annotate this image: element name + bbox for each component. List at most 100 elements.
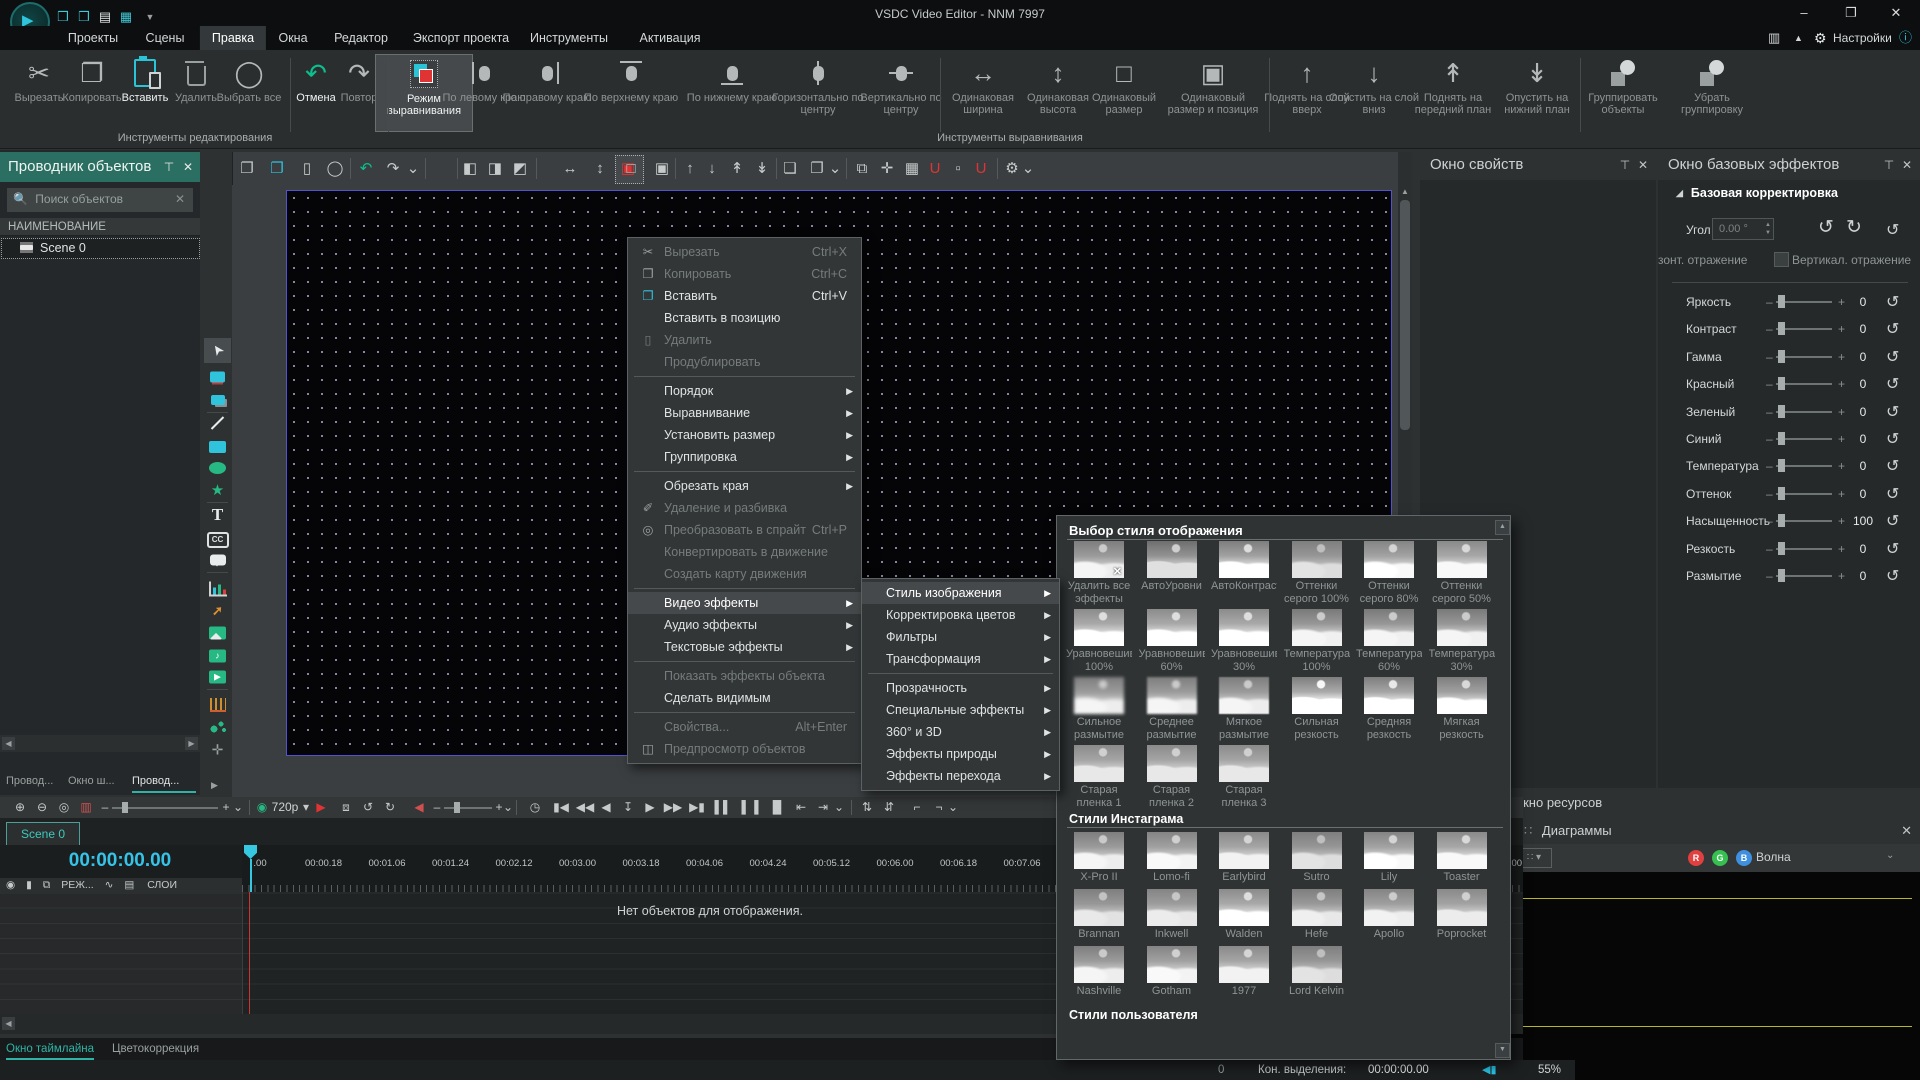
dropdown-icon[interactable]: ⌄ (1022, 152, 1035, 185)
ribbon-button-Поднять на передний план[interactable]: ↟Поднять на передний план (1405, 54, 1501, 130)
layer-down-icon[interactable]: ↓ (708, 152, 716, 185)
instagram-style-Hefe[interactable]: Hefe (1284, 889, 1350, 943)
audio-tool[interactable]: ♪ (203, 650, 232, 663)
prev-frame-icon[interactable]: ◀◀ (576, 797, 594, 818)
style-Оттенки серого 100%[interactable]: Оттенки серого 100% (1284, 541, 1350, 607)
context-menu-item-Свойства...[interactable]: Свойства...Alt+Enter (628, 716, 861, 738)
ribbon-button-Опустить на нижний план[interactable]: ↡Опустить на нижний план (1489, 54, 1585, 130)
back-icon[interactable]: ↡ (756, 152, 769, 185)
scroll-up-icon[interactable]: ▲ (1398, 184, 1412, 199)
slider-minus-icon[interactable]: – (1766, 350, 1773, 364)
scene-tab[interactable]: Scene 0 (6, 822, 80, 846)
project-save-icon[interactable]: ❒ (76, 9, 92, 25)
same-width-icon[interactable]: ↔ (563, 152, 578, 185)
style-Старая пленка 2[interactable]: Старая пленка 2 (1139, 745, 1205, 811)
snap-u2-icon[interactable]: U (976, 152, 987, 185)
same-pos-icon[interactable]: ▣ (655, 152, 669, 185)
playhead-marker[interactable] (244, 845, 257, 859)
plus-icon[interactable]: + (222, 797, 229, 818)
timeline-tab-Цветокоррекция[interactable]: Цветокоррекция (112, 1040, 199, 1058)
subtitles-tool[interactable]: CC (203, 532, 232, 548)
slider-plus-icon[interactable]: + (1838, 405, 1845, 419)
delete-icon[interactable]: ▯ (303, 152, 311, 185)
quickbar-more-icon[interactable]: ▼ (142, 9, 158, 25)
context-menu-item-Обрезать края[interactable]: Обрезать края▶ (628, 475, 861, 497)
project-open-icon[interactable]: ❒ (55, 9, 71, 25)
close-icon[interactable]: ✕ (179, 152, 197, 182)
sort-down-icon[interactable]: ⇵ (884, 797, 894, 818)
ribbon-button-По нижнему краю[interactable]: По нижнему краю (684, 54, 780, 130)
text-tool[interactable]: T (203, 505, 232, 525)
menu-Инструменты[interactable]: Инструменты (518, 26, 620, 50)
submenu-item-360° и 3D[interactable]: 360° и 3D▶ (862, 721, 1059, 743)
style-Среднее размытие[interactable]: Среднее размытие (1139, 677, 1205, 743)
slider-thumb[interactable] (1778, 322, 1785, 335)
context-menu-item-Установить размер[interactable]: Установить размер▶ (628, 424, 861, 446)
slider-thumb[interactable] (1778, 432, 1785, 445)
resolution-label[interactable]: 720p (272, 797, 299, 818)
layer-up-icon[interactable]: ↑ (686, 152, 694, 185)
context-menu-item-Преобразовать в спрайт[interactable]: ◎Преобразовать в спрайтCtrl+P (628, 519, 861, 541)
reset-icon[interactable]: ↺ (1886, 319, 1899, 339)
volume-slider-thumb[interactable] (454, 802, 460, 813)
reset-icon[interactable]: ↺ (1886, 292, 1899, 312)
style-Сильное размытие[interactable]: Сильное размытие (1066, 677, 1132, 743)
slider-plus-icon[interactable]: + (1838, 432, 1845, 446)
ribbon-button-Одинаковый размер и позиция[interactable]: ▣Одинаковый размер и позиция (1165, 54, 1261, 130)
select-all-icon[interactable]: ◯ (327, 152, 344, 185)
layout-icon[interactable]: ▥ (1768, 26, 1780, 50)
submenu-item-Трансформация[interactable]: Трансформация▶ (862, 648, 1059, 670)
audio-spectrum-tool[interactable] (203, 698, 232, 712)
instagram-style-Earlybird[interactable]: Earlybird (1211, 832, 1277, 886)
close-button[interactable]: ✕ (1881, 4, 1911, 22)
dock-right-icon[interactable]: ¬ (935, 797, 942, 818)
dropdown-icon[interactable]: ⌄ (407, 152, 420, 185)
next-frame-icon[interactable]: ▶▶ (664, 797, 682, 818)
slider-thumb[interactable] (1778, 459, 1785, 472)
waveform-icon[interactable]: ∿ (105, 879, 114, 891)
context-menu-item-Конвертировать в движение[interactable]: Конвертировать в движение (628, 541, 861, 563)
export-video-icon[interactable]: ▦ (118, 9, 134, 25)
dropdown-icon[interactable]: ⌄ (829, 152, 842, 185)
settings-label[interactable]: Настройки (1833, 26, 1892, 50)
instagram-style-Brannan[interactable]: Brannan (1066, 889, 1132, 943)
line-tool[interactable] (203, 422, 232, 424)
snap-object-icon[interactable]: ⧉ (857, 152, 868, 185)
zoom-reset-icon[interactable]: ◎ (59, 797, 69, 818)
angle-input[interactable]: 0.00 ° ▲ ▼ (1712, 218, 1774, 240)
wave-mode-label[interactable]: Волна (1756, 850, 1791, 864)
zoom-slider-thumb[interactable] (122, 802, 128, 813)
instagram-style-Apollo[interactable]: Apollo (1356, 889, 1422, 943)
play-icon[interactable]: ▶ (316, 797, 325, 818)
instagram-style-Toaster[interactable]: Toaster (1429, 832, 1495, 886)
tooltip-tool[interactable] (203, 555, 232, 566)
ribbon-button-По верхнему краю[interactable]: По верхнему краю (583, 54, 679, 130)
reset-icon[interactable]: ↺ (1886, 484, 1899, 504)
spin-down-icon[interactable]: ▼ (1765, 231, 1771, 236)
style-АвтоКонтраст[interactable]: АвтоКонтраст (1211, 541, 1277, 607)
rotate-right-90-icon[interactable]: ↻ (1846, 216, 1862, 239)
snap-add-icon[interactable]: ✛ (881, 152, 894, 185)
instagram-style-Walden[interactable]: Walden (1211, 889, 1277, 943)
same-size-icon[interactable]: □ (626, 152, 635, 185)
mute-icon[interactable]: ◀ (414, 797, 423, 818)
timeline-tab-Окно таймлайна[interactable]: Окно таймлайна (6, 1040, 94, 1060)
dock-left-icon[interactable]: ⌐ (913, 797, 920, 818)
reset-icon[interactable]: ↺ (1886, 374, 1899, 394)
select-tool[interactable]: ➤ (203, 342, 232, 359)
menu-Редактор[interactable]: Редактор (322, 26, 400, 50)
context-menu-item-Аудио эффекты[interactable]: Аудио эффекты▶ (628, 614, 861, 636)
submenu-item-Эффекты перехода[interactable]: Эффекты перехода▶ (862, 765, 1059, 787)
style-Старая пленка 3[interactable]: Старая пленка 3 (1211, 745, 1277, 811)
style-Уравновешивание 60%[interactable]: Уравновешивание 60% (1139, 609, 1205, 675)
zoom-out-icon[interactable]: ⊖ (37, 797, 47, 818)
slider-plus-icon[interactable]: + (1838, 459, 1845, 473)
close-icon[interactable]: ✕ (1898, 150, 1916, 180)
context-menu-item-Предпросмотр объектов[interactable]: ◫Предпросмотр объектов (628, 738, 861, 760)
front-icon[interactable]: ↟ (731, 152, 744, 185)
more-icon[interactable]: ⌄ (233, 797, 243, 818)
reset-icon[interactable]: ↺ (1886, 429, 1899, 449)
style-Температура 30%[interactable]: Температура 30% (1429, 609, 1495, 675)
minimize-button[interactable]: – (1789, 4, 1819, 22)
slider-minus-icon[interactable]: – (1766, 432, 1773, 446)
